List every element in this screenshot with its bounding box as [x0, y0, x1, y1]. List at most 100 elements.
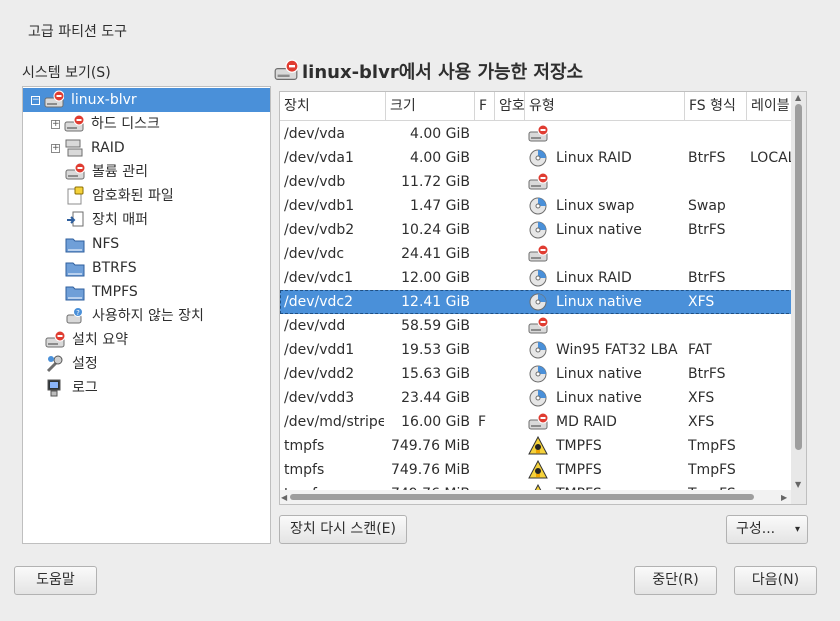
cell-format	[478, 146, 492, 170]
cell-type	[528, 242, 684, 266]
abort-button[interactable]: 중단(R)	[634, 566, 717, 595]
table-row[interactable]: tmpfs 749.76 MiB TMPFS TmpFS	[280, 458, 794, 482]
column-header-encrypted[interactable]: 암호	[495, 92, 525, 121]
cell-encrypted	[495, 362, 525, 386]
tree-item-tmpfs[interactable]: TMPFS	[65, 280, 138, 304]
cell-label: LOCAL	[750, 150, 794, 166]
cell-format	[478, 314, 492, 338]
tree-item-installation-summary[interactable]: 설치 요약	[45, 328, 128, 352]
expand-icon[interactable]: +	[51, 143, 60, 153]
rescan-devices-button[interactable]: 장치 다시 스캔(E)	[279, 515, 407, 544]
table-row[interactable]: /dev/vdd2 15.63 GiB Linux native BtrFS	[280, 362, 794, 386]
tree-item-encrypted-files[interactable]: 암호화된 파일	[65, 184, 174, 208]
tree-item-label: BTRFS	[92, 260, 137, 276]
cell-size: 4.00 GiB	[410, 150, 470, 166]
column-header-size[interactable]: 크기	[386, 92, 475, 121]
cell-type: TMPFS	[528, 434, 684, 458]
horizontal-scrollbar[interactable]: ◀ ▶	[280, 490, 791, 504]
cell-fs-type	[688, 242, 746, 266]
horizontal-scroll-thumb[interactable]	[290, 494, 754, 500]
log-icon	[45, 378, 65, 398]
scroll-down-icon[interactable]: ▼	[795, 480, 801, 489]
column-header-type[interactable]: 유형	[525, 92, 685, 121]
expand-icon[interactable]: +	[51, 119, 60, 129]
vertical-scroll-thumb[interactable]	[795, 104, 802, 450]
tree-item-hard-disks[interactable]: + 하드 디스크	[51, 112, 160, 136]
column-header-format[interactable]: F	[475, 92, 495, 121]
cell-encrypted	[495, 218, 525, 242]
next-button[interactable]: 다음(N)	[734, 566, 817, 595]
cell-size: 58.59 GiB	[401, 318, 470, 334]
tree-item-device-mapper[interactable]: 장치 매퍼	[65, 208, 148, 232]
table-row[interactable]: /dev/vda 4.00 GiB	[280, 122, 794, 146]
cell-encrypted	[495, 146, 525, 170]
tree-item-btrfs[interactable]: BTRFS	[65, 256, 137, 280]
tree-item-volume-management[interactable]: 볼륨 관리	[65, 160, 148, 184]
cell-type: Linux RAID	[528, 146, 684, 170]
table-row[interactable]: /dev/md/stripe 16.00 GiB F MD RAID XFS	[280, 410, 794, 434]
configure-dropdown-button[interactable]: 구성... ▾	[726, 515, 808, 544]
system-view-label-text: 시스템 보기(S)	[22, 65, 111, 81]
collapse-icon[interactable]: −	[31, 95, 40, 105]
table-row[interactable]: /dev/vdd3 23.44 GiB Linux native XFS	[280, 386, 794, 410]
tree-item-nfs[interactable]: NFS	[65, 232, 119, 256]
cell-size: 12.00 GiB	[401, 270, 470, 286]
tree-item-linux-blvr[interactable]: − linux-blvr	[23, 88, 270, 112]
cell-fs-type	[688, 170, 746, 194]
tree-item-settings[interactable]: 설정	[45, 352, 98, 376]
cell-format	[478, 194, 492, 218]
cell-device: /dev/vdd3	[284, 390, 355, 406]
tree-item-unused-devices[interactable]: 사용하지 않는 장치	[65, 304, 204, 328]
system-view-tree[interactable]: − linux-blvr + 하드 디스크 + RAID 볼륨 관리 암호화된 …	[22, 86, 271, 544]
cell-format	[478, 458, 492, 482]
table-row[interactable]: /dev/vdd1 19.53 GiB Win95 FAT32 LBA FAT	[280, 338, 794, 362]
table-row[interactable]: /dev/vdc2 12.41 GiB Linux native XFS	[280, 290, 794, 314]
cell-encrypted	[495, 122, 525, 146]
table-row[interactable]: /dev/vdb2 10.24 GiB Linux native BtrFS	[280, 218, 794, 242]
tmpfs-icon	[528, 436, 548, 456]
cell-fs-type: TmpFS	[688, 438, 736, 454]
cell-type	[528, 170, 684, 194]
cell-encrypted	[495, 266, 525, 290]
tmpfs-icon	[528, 460, 548, 480]
cell-type: Linux native	[528, 362, 684, 386]
table-row[interactable]: /dev/vdb 11.72 GiB	[280, 170, 794, 194]
cell-label	[750, 434, 794, 458]
column-header-fs-type[interactable]: FS 형식	[685, 92, 747, 121]
cell-fs-type: XFS	[688, 390, 715, 406]
hard-disk-icon	[528, 172, 548, 192]
scroll-left-icon[interactable]: ◀	[281, 493, 287, 502]
table-row[interactable]: /dev/vdc1 12.00 GiB Linux RAID BtrFS	[280, 266, 794, 290]
help-button[interactable]: 도움말	[14, 566, 97, 595]
cell-type-label: Linux native	[556, 294, 642, 310]
cell-format	[478, 242, 492, 266]
table-row[interactable]: /dev/vdb1 1.47 GiB Linux swap Swap	[280, 194, 794, 218]
table-row[interactable]: /dev/vdd 58.59 GiB	[280, 314, 794, 338]
cell-size: 24.41 GiB	[401, 246, 470, 262]
table-row[interactable]: /dev/vda1 4.00 GiB Linux RAID BtrFS LOCAL	[280, 146, 794, 170]
cell-label	[750, 458, 794, 482]
cell-type: MD RAID	[528, 410, 684, 434]
cell-format	[478, 290, 492, 314]
cell-label	[750, 410, 794, 434]
column-header-device[interactable]: 장치	[280, 92, 386, 121]
table-row[interactable]: /dev/vdc 24.41 GiB	[280, 242, 794, 266]
scroll-right-icon[interactable]: ▶	[781, 493, 787, 502]
cell-encrypted	[495, 242, 525, 266]
table-header: 장치 크기 F 암호 유형 FS 형식 레이블	[280, 92, 798, 121]
cell-type: TMPFS	[528, 458, 684, 482]
vertical-scrollbar[interactable]: ▲ ▼	[791, 92, 806, 504]
device-mapper-icon	[65, 210, 85, 230]
tree-item-raid[interactable]: + RAID	[51, 136, 125, 160]
cell-device: /dev/vdd	[284, 318, 346, 334]
tree-item-label: 볼륨 관리	[92, 164, 148, 180]
cell-device: /dev/md/stripe	[284, 414, 384, 430]
tree-item-log[interactable]: 로그	[45, 376, 98, 400]
tree-item-label: TMPFS	[92, 284, 138, 300]
table-row[interactable]: tmpfs 749.76 MiB TMPFS TmpFS	[280, 434, 794, 458]
device-table[interactable]: 장치 크기 F 암호 유형 FS 형식 레이블 /dev/vda 4.00 GiB…	[279, 91, 807, 505]
tmpfs-icon	[65, 282, 85, 302]
scroll-up-icon[interactable]: ▲	[795, 93, 801, 102]
cell-device: tmpfs	[284, 438, 325, 454]
cell-type-label: Linux native	[556, 366, 642, 382]
